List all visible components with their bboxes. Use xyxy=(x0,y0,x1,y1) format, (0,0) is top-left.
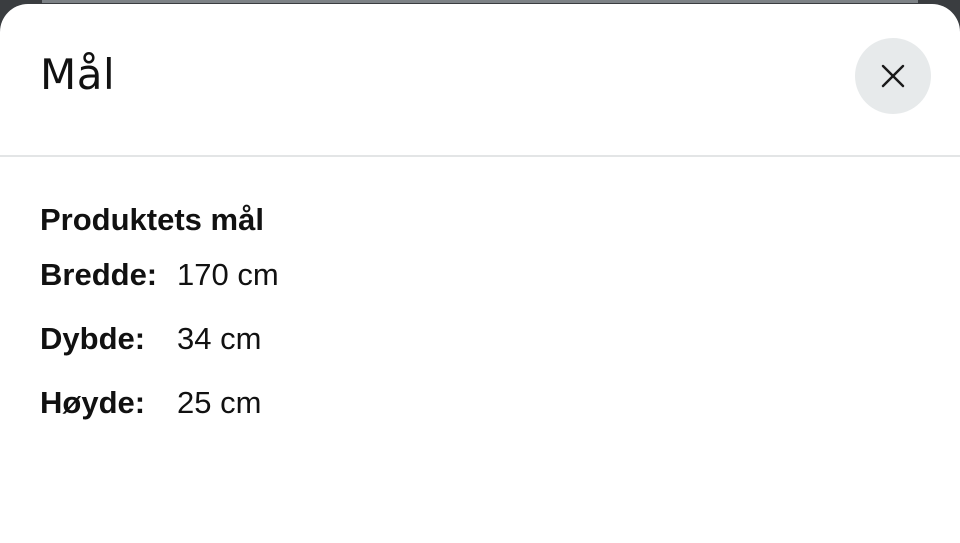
dimension-row-height: Høyde: 25 cm xyxy=(40,381,920,445)
sheet-title: Mål xyxy=(40,50,116,99)
dimension-value: 170 cm xyxy=(177,257,279,292)
dimension-value: 34 cm xyxy=(177,321,262,356)
dimensions-list: Bredde: 170 cm Dybde: 34 cm Høyde: 25 cm xyxy=(40,253,920,445)
dimensions-bottom-sheet: Mål Produktets mål Bredde: 170 cm Dybde:… xyxy=(0,4,960,543)
close-icon xyxy=(881,64,905,88)
close-button[interactable] xyxy=(855,38,931,114)
dimension-label: Dybde: xyxy=(40,321,146,356)
sheet-header: Mål xyxy=(0,4,960,157)
dimension-row-depth: Dybde: 34 cm xyxy=(40,317,920,381)
dimension-row-width: Bredde: 170 cm xyxy=(40,253,920,317)
sheet-body: Produktets mål Bredde: 170 cm Dybde: 34 … xyxy=(0,157,960,445)
section-heading-product-dimensions: Produktets mål xyxy=(40,202,264,237)
dimension-label: Høyde: xyxy=(40,385,146,420)
dimension-value: 25 cm xyxy=(177,385,262,420)
dimension-label: Bredde: xyxy=(40,257,158,292)
